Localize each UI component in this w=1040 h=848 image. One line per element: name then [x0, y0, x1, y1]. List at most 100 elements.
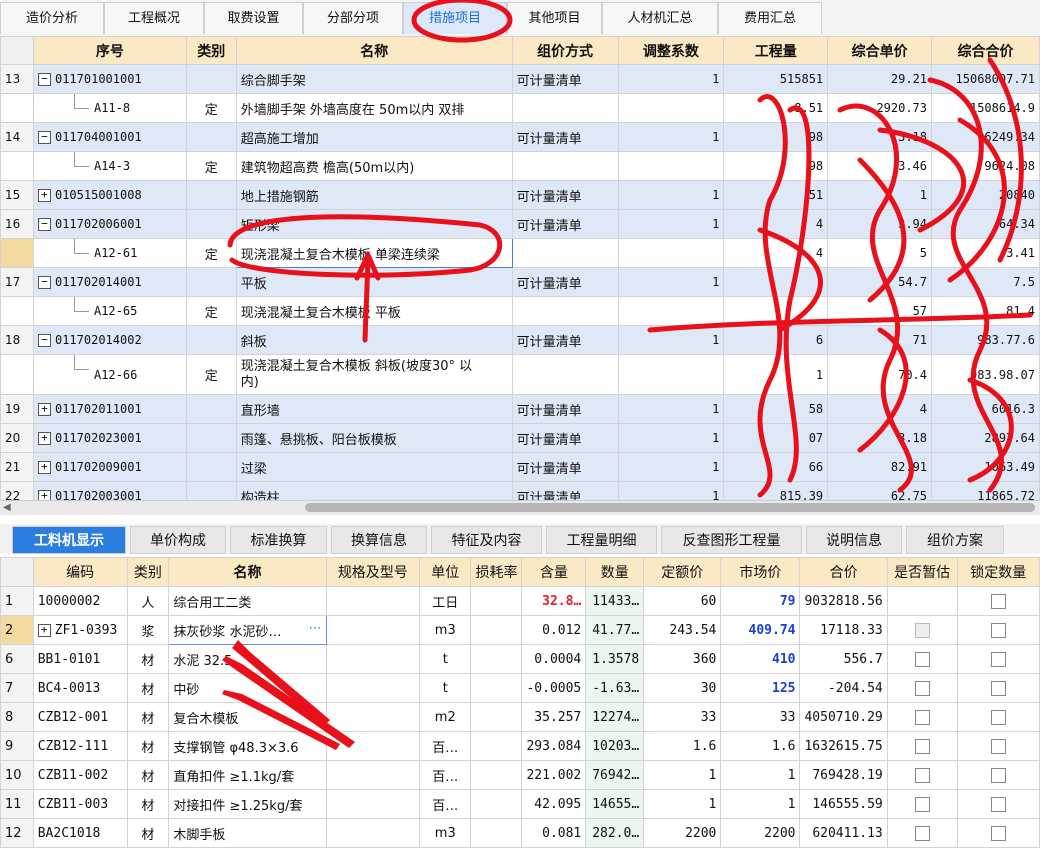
- quota-item-row[interactable]: A12-61 定现浇混凝土复合木模板 单梁连续梁 4 5 3.41: [0, 238, 1040, 268]
- market-price[interactable]: 1.6: [720, 731, 801, 761]
- item-name[interactable]: 现浇混凝土复合木模板 斜板(坡度30° 以内): [235, 354, 513, 395]
- lock-checkbox[interactable]: [990, 680, 1006, 696]
- content-amount[interactable]: 0.081: [521, 818, 587, 848]
- content-amount[interactable]: -0.0005: [521, 673, 587, 703]
- item-name[interactable]: 现浇混凝土复合木模板 平板: [235, 296, 513, 326]
- detail-tab-6[interactable]: 反查图形工程量: [661, 526, 802, 554]
- column-header-3[interactable]: 组价方式: [511, 36, 619, 65]
- material-name[interactable]: 水泥 32.5: [168, 644, 327, 674]
- material-column-header-10[interactable]: 合价: [799, 557, 888, 587]
- market-price[interactable]: 2200: [720, 818, 801, 848]
- detail-tab-3[interactable]: 换算信息: [331, 526, 427, 554]
- column-header-7[interactable]: 综合合价: [931, 36, 1040, 65]
- material-column-header-1[interactable]: 类别: [126, 557, 170, 587]
- material-name[interactable]: 木脚手板: [168, 818, 327, 848]
- item-name[interactable]: 雨篷、悬挑板、阳台板模板: [235, 423, 513, 453]
- content-amount[interactable]: 293.084: [521, 731, 587, 761]
- measure-item-row[interactable]: 19 +011702011001 直形墙 可计量清单 1 58 4 6016.3: [0, 394, 1040, 424]
- lock-checkbox[interactable]: [990, 738, 1006, 754]
- market-price[interactable]: 410: [720, 644, 801, 674]
- material-row[interactable]: 1 10000002 人综合用工二类 工日 32.8… 11433… 60 79 9032818…: [0, 586, 1040, 616]
- scroll-thumb[interactable]: [305, 503, 1035, 512]
- column-header-5[interactable]: 工程量: [723, 36, 829, 65]
- measure-item-row[interactable]: 15 +010515001008 地上措施钢筋 可计量清单 1 51 1 20840: [0, 180, 1040, 210]
- column-header-4[interactable]: 调整系数: [617, 36, 725, 65]
- material-row[interactable]: 9 CZB12-111 材支撑钢管 φ48.3×3.6 百… 293.084 10203……: [0, 731, 1040, 761]
- material-column-header-6[interactable]: 含量: [521, 557, 587, 587]
- material-name[interactable]: 对接扣件 ≥1.25kg/套: [168, 789, 327, 819]
- expand-icon[interactable]: +: [37, 432, 51, 445]
- material-row[interactable]: 2 + ZF1-0393 浆抹灰砂浆 水泥砂… ⋯ m3 0.012 41.77… 243.5…: [0, 615, 1040, 645]
- expand-icon[interactable]: +: [37, 189, 51, 202]
- item-name[interactable]: 过梁: [235, 452, 513, 482]
- top-tab-0[interactable]: 造价分析: [0, 2, 104, 34]
- item-name[interactable]: 直形墙: [235, 394, 513, 424]
- more-options-icon[interactable]: ⋯: [309, 621, 322, 636]
- top-tab-4[interactable]: 措施项目: [403, 2, 507, 34]
- lock-checkbox[interactable]: [990, 709, 1006, 725]
- measure-item-row[interactable]: 21 +011702009001 过梁 可计量清单 1 66 82.91 1063.49: [0, 452, 1040, 482]
- content-amount[interactable]: 0.0004: [521, 644, 587, 674]
- column-header-2[interactable]: 名称: [235, 36, 513, 65]
- market-price[interactable]: 79: [720, 586, 801, 616]
- material-column-header-0[interactable]: 编码: [32, 557, 128, 587]
- market-price[interactable]: 33: [720, 702, 801, 732]
- top-tab-1[interactable]: 工程概况: [104, 2, 204, 34]
- content-amount[interactable]: 42.095: [521, 789, 587, 819]
- measure-item-row[interactable]: 20 +011702023001 雨篷、悬挑板、阳台板模板 可计量清单 1 07 3.18 2…: [0, 423, 1040, 453]
- item-name[interactable]: 平板: [235, 267, 513, 297]
- material-column-header-4[interactable]: 单位: [419, 557, 472, 587]
- item-name[interactable]: 外墙脚手架 外墙高度在 50m以内 双排: [235, 93, 513, 123]
- provisional-checkbox[interactable]: [914, 709, 930, 725]
- material-column-header-5[interactable]: 损耗率: [470, 557, 523, 587]
- measure-item-row[interactable]: 17−011702014001 平板 可计量清单 1 54.7 7.5: [0, 267, 1040, 297]
- detail-tab-8[interactable]: 组价方案: [906, 526, 1004, 554]
- detail-tab-2[interactable]: 标准换算: [230, 526, 327, 554]
- quota-item-row[interactable]: A12-65 定现浇混凝土复合木模板 平板 57 81.4: [0, 296, 1040, 326]
- material-row[interactable]: 6 BB1-0101 材水泥 32.5 t 0.0004 1.3578 360 410 556.…: [0, 644, 1040, 674]
- item-name[interactable]: 现浇混凝土复合木模板 单梁连续梁: [235, 238, 513, 268]
- provisional-checkbox[interactable]: [914, 796, 930, 812]
- expand-icon[interactable]: +: [37, 403, 51, 416]
- material-name[interactable]: 直角扣件 ≥1.1kg/套: [168, 760, 327, 790]
- detail-tab-1[interactable]: 单价构成: [130, 526, 226, 554]
- horizontal-scrollbar[interactable]: ◀: [0, 500, 1040, 515]
- measure-item-row[interactable]: 13−011701001001 综合脚手架 可计量清单 1 515851 29.21 150…: [0, 64, 1040, 94]
- column-header-1[interactable]: 类别: [185, 36, 237, 65]
- material-name[interactable]: 抹灰砂浆 水泥砂… ⋯: [168, 615, 327, 645]
- item-name[interactable]: 斜板: [235, 325, 513, 355]
- quota-item-row[interactable]: A12-66 定现浇混凝土复合木模板 斜板(坡度30° 以内) 1 70.4 983.9…: [0, 354, 1040, 395]
- material-name[interactable]: 综合用工二类: [168, 586, 327, 616]
- detail-tab-7[interactable]: 说明信息: [806, 526, 902, 554]
- item-name[interactable]: 超高施工增加: [235, 122, 513, 152]
- provisional-checkbox[interactable]: [914, 651, 930, 667]
- content-amount[interactable]: 0.012: [521, 615, 587, 645]
- material-column-header-8[interactable]: 定额价: [643, 557, 722, 587]
- measure-item-row[interactable]: 18−011702014002 斜板 可计量清单 1 6 71 983.77.6: [0, 325, 1040, 355]
- material-column-header-9[interactable]: 市场价: [720, 557, 801, 587]
- collapse-icon[interactable]: −: [37, 276, 51, 289]
- market-price[interactable]: 125: [720, 673, 801, 703]
- material-column-header-7[interactable]: 数量: [585, 557, 645, 587]
- provisional-checkbox[interactable]: [914, 680, 930, 696]
- scroll-left-arrow-icon[interactable]: ◀: [3, 502, 11, 513]
- collapse-icon[interactable]: −: [37, 131, 51, 144]
- quota-item-row[interactable]: A14-3 定建筑物超高费 檐高(50m以内) 98 3.46 9624.08: [0, 151, 1040, 181]
- column-header-6[interactable]: 综合单价: [827, 36, 933, 65]
- quota-item-row[interactable]: A11-8 定外墙脚手架 外墙高度在 50m以内 双排 8.51 2920.73 150…: [0, 93, 1040, 123]
- detail-tab-4[interactable]: 特征及内容: [431, 526, 542, 554]
- material-column-header-11[interactable]: 是否暂估: [886, 557, 958, 587]
- top-tab-7[interactable]: 费用汇总: [718, 2, 822, 34]
- material-row[interactable]: 10 CZB11-002 材直角扣件 ≥1.1kg/套 百… 221.002 76942……: [0, 760, 1040, 790]
- material-name[interactable]: 复合木模板: [168, 702, 327, 732]
- item-name[interactable]: 矩形梁: [235, 209, 513, 239]
- collapse-icon[interactable]: −: [37, 218, 51, 231]
- market-price[interactable]: 409.74: [720, 615, 801, 645]
- provisional-checkbox[interactable]: [914, 825, 930, 841]
- collapse-icon[interactable]: −: [37, 73, 51, 86]
- measure-item-row[interactable]: 14−011704001001 超高施工增加 可计量清单 1 98 3.18 96249.3…: [0, 122, 1040, 152]
- material-column-header-12[interactable]: 锁定数量: [956, 557, 1040, 587]
- lock-checkbox[interactable]: [990, 593, 1006, 609]
- detail-tab-5[interactable]: 工程量明细: [546, 526, 657, 554]
- top-tab-5[interactable]: 其他项目: [507, 2, 602, 34]
